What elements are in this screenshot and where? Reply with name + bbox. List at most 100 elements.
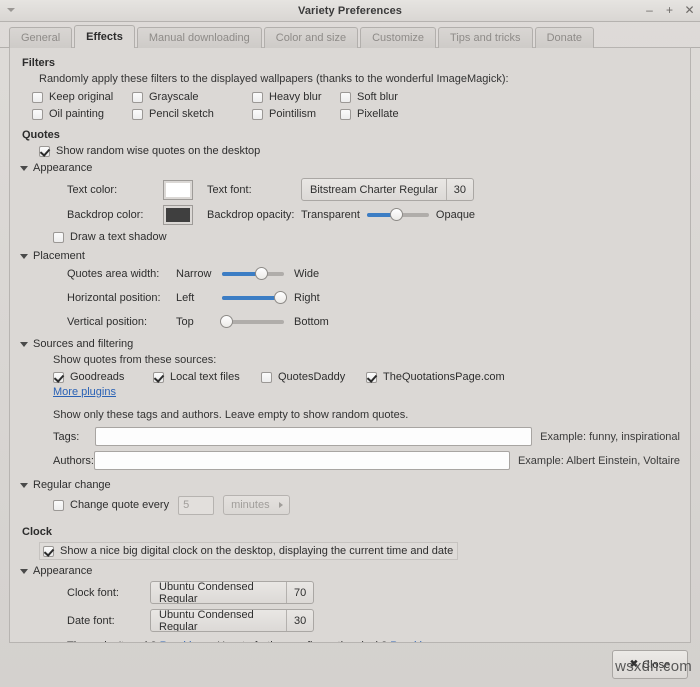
close-icon[interactable]: ✕ [684, 5, 695, 16]
tags-row: Tags: Example: funny, inspirational [53, 427, 680, 446]
filter-oil-painting[interactable]: Oil painting [32, 108, 132, 120]
filter-label: Pixellate [357, 108, 399, 120]
tab-donate[interactable]: Donate [535, 27, 594, 48]
clock-heading: Clock [22, 526, 680, 538]
tab-color-and-size[interactable]: Color and size [264, 27, 358, 48]
source-thequotationspage[interactable]: TheQuotationsPage.com [366, 371, 680, 383]
chevron-down-icon [20, 483, 28, 488]
read-here-link-1[interactable]: Read here [160, 640, 211, 643]
change-interval-input[interactable]: 5 [178, 496, 214, 515]
chevron-down-icon [20, 342, 28, 347]
tags-input[interactable] [95, 427, 532, 446]
regular-change-expander[interactable]: Regular change [20, 479, 680, 491]
change-quote-label: Change quote every [70, 499, 169, 511]
slider-thumb[interactable] [255, 267, 268, 280]
clock-appearance-label: Appearance [33, 565, 92, 577]
slider-thumb[interactable] [220, 315, 233, 328]
backdrop-opacity-slider[interactable] [367, 207, 429, 223]
help-suffix: . [442, 640, 445, 643]
tab-manual-downloading[interactable]: Manual downloading [137, 27, 262, 48]
vertical-min-label: Top [176, 316, 222, 328]
checkbox-keep-original[interactable] [32, 92, 43, 103]
read-here-link-2[interactable]: Read here [390, 640, 441, 643]
filter-soft-blur[interactable]: Soft blur [340, 91, 450, 103]
clock-appearance-expander[interactable]: Appearance [20, 565, 680, 577]
filter-label: Soft blur [357, 91, 398, 103]
source-quotesdaddy[interactable]: QuotesDaddy [261, 371, 366, 383]
filter-keep-original[interactable]: Keep original [32, 91, 132, 103]
change-unit-dropdown[interactable]: minutes [223, 495, 290, 515]
checkbox-oil-painting[interactable] [32, 109, 43, 120]
text-font-name: Bitstream Charter Regular [302, 179, 446, 200]
slider-thumb[interactable] [390, 208, 403, 221]
clock-help-text: These don't work? Read here. How to furt… [67, 640, 680, 643]
sources-expander[interactable]: Sources and filtering [20, 338, 680, 350]
vertical-position-slider[interactable] [222, 314, 284, 330]
clock-font-button[interactable]: Ubuntu Condensed Regular 70 [150, 581, 314, 604]
show-clock-row[interactable]: Show a nice big digital clock on the des… [39, 542, 458, 560]
source-local-text-files[interactable]: Local text files [153, 371, 261, 383]
backdrop-color-label: Backdrop color: [67, 209, 163, 221]
checkbox-soft-blur[interactable] [340, 92, 351, 103]
checkbox-pencil-sketch[interactable] [132, 109, 143, 120]
slider-thumb[interactable] [274, 291, 287, 304]
text-shadow-row[interactable]: Draw a text shadow [53, 231, 680, 243]
checkbox-grayscale[interactable] [132, 92, 143, 103]
date-font-button[interactable]: Ubuntu Condensed Regular 30 [150, 609, 314, 632]
backdrop-color-row: Backdrop color: Backdrop opacity: Transp… [67, 205, 680, 225]
filter-heavy-blur[interactable]: Heavy blur [252, 91, 340, 103]
minimize-icon[interactable]: – [644, 5, 655, 16]
checkbox-goodreads[interactable] [53, 372, 64, 383]
horizontal-position-slider[interactable] [222, 290, 284, 306]
close-button[interactable]: ✖ Close [612, 650, 688, 679]
checkbox-quotesdaddy[interactable] [261, 372, 272, 383]
backdrop-color-swatch[interactable] [163, 205, 193, 225]
show-quotes-row[interactable]: Show random wise quotes on the desktop [39, 145, 680, 157]
quotes-area-width-slider[interactable] [222, 266, 284, 282]
filter-pixellate[interactable]: Pixellate [340, 108, 450, 120]
text-color-swatch[interactable] [163, 180, 193, 200]
source-goodreads[interactable]: Goodreads [53, 371, 153, 383]
filter-label: Keep original [49, 91, 113, 103]
filter-label: Pencil sketch [149, 108, 214, 120]
window-menu-arrow-icon[interactable] [6, 5, 16, 15]
tab-effects[interactable]: Effects [74, 25, 135, 48]
checkbox-show-quotes[interactable] [39, 146, 50, 157]
checkbox-change-quote-every[interactable] [53, 500, 64, 511]
checkbox-show-clock[interactable] [43, 546, 54, 557]
chevron-down-icon [20, 166, 28, 171]
tab-customize[interactable]: Customize [360, 27, 436, 48]
checkbox-local-text-files[interactable] [153, 372, 164, 383]
slider-fill [222, 296, 281, 300]
source-label: TheQuotationsPage.com [383, 371, 505, 383]
title-bar: Variety Preferences – + ✕ [0, 0, 700, 22]
source-label: QuotesDaddy [278, 371, 345, 383]
checkbox-pixellate[interactable] [340, 109, 351, 120]
tab-tips-and-tricks[interactable]: Tips and tricks [438, 27, 533, 48]
filter-grayscale[interactable]: Grayscale [132, 91, 252, 103]
quotes-appearance-label: Appearance [33, 162, 92, 174]
regular-change-label: Regular change [33, 479, 111, 491]
maximize-icon[interactable]: + [664, 5, 675, 16]
authors-input[interactable] [94, 451, 510, 470]
quotes-appearance-expander[interactable]: Appearance [20, 162, 680, 174]
text-font-button[interactable]: Bitstream Charter Regular 30 [301, 178, 474, 201]
more-plugins-link[interactable]: More plugins [53, 386, 116, 398]
source-label: Local text files [170, 371, 240, 383]
change-unit-value: minutes [231, 499, 270, 511]
filter-label: Grayscale [149, 91, 199, 103]
tab-general[interactable]: General [9, 27, 72, 48]
checkbox-thequotationspage[interactable] [366, 372, 377, 383]
filters-checkbox-grid: Keep original Grayscale Heavy blur Soft … [32, 91, 680, 120]
clock-font-size: 70 [286, 582, 313, 603]
clock-font-name: Ubuntu Condensed Regular [151, 582, 286, 603]
sources-label: Sources and filtering [33, 338, 133, 350]
checkbox-draw-text-shadow[interactable] [53, 232, 64, 243]
checkbox-heavy-blur[interactable] [252, 92, 263, 103]
placement-expander[interactable]: Placement [20, 250, 680, 262]
close-x-icon: ✖ [630, 659, 638, 670]
checkbox-pointilism[interactable] [252, 109, 263, 120]
filter-pointilism[interactable]: Pointilism [252, 108, 340, 120]
filter-pencil-sketch[interactable]: Pencil sketch [132, 108, 252, 120]
authors-row: Authors: Example: Albert Einstein, Volta… [53, 451, 680, 470]
